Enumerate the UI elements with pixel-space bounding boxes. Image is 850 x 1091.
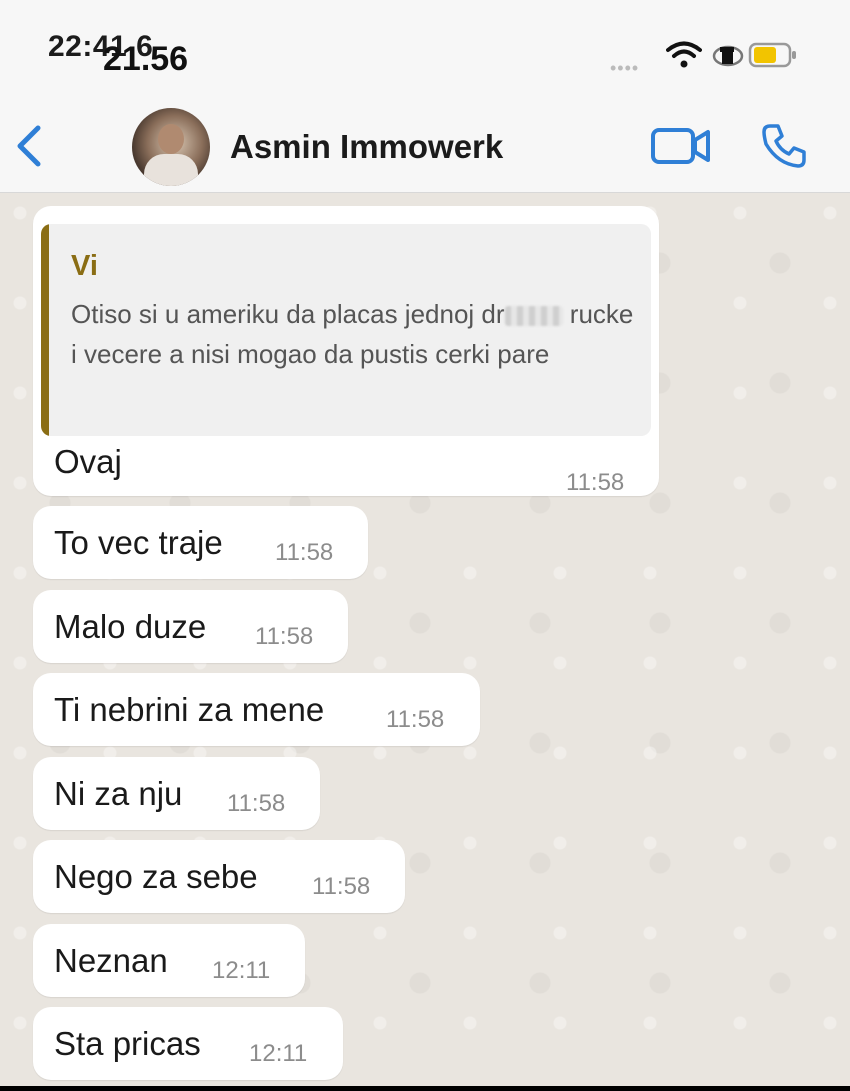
message-bubble[interactable]: To vec traje 11:58 <box>33 506 368 579</box>
contact-name[interactable]: Asmin Immowerk <box>230 128 503 166</box>
message-time: 11:58 <box>227 790 286 817</box>
quote-accent-bar <box>41 224 49 436</box>
message-bubble-reply[interactable]: Vi Otiso si u ameriku da placas jednoj d… <box>33 206 659 496</box>
message-bubble[interactable]: Sta pricas 12:11 <box>33 1007 343 1080</box>
message-text: Ti nebrini za mene <box>54 691 325 728</box>
message-time: 11:58 <box>312 873 371 900</box>
back-chevron-icon[interactable] <box>12 122 46 170</box>
message-text: Sta pricas <box>54 1025 201 1062</box>
battery-icon <box>712 42 796 68</box>
message-time: 11:58 <box>275 539 334 566</box>
signal-icon: •••• <box>610 58 640 78</box>
message-text: Nego za sebe <box>54 858 258 895</box>
quote-author: Vi <box>71 250 98 282</box>
message-text: Ovaj <box>54 443 122 480</box>
video-call-icon[interactable] <box>650 124 712 168</box>
message-text: To vec traje <box>54 524 223 561</box>
message-text: Malo duze <box>54 608 207 645</box>
chat-area[interactable]: Vi Otiso si u ameriku da placas jednoj d… <box>0 193 850 1091</box>
message-time: 12:11 <box>212 957 271 984</box>
message-bubble[interactable]: Neznan 12:11 <box>33 924 305 997</box>
message-text: Neznan <box>54 942 168 979</box>
redacted-word <box>504 306 563 327</box>
quoted-message[interactable]: Vi Otiso si u ameriku da placas jednoj d… <box>41 224 651 436</box>
bottom-edge <box>0 1086 850 1091</box>
quote-text: Otiso si u ameriku da placas jednoj dr r… <box>71 294 636 374</box>
status-bar: 22:41 6 21.56 •••• <box>0 0 850 100</box>
message-bubble[interactable]: Ni za nju 11:58 <box>33 757 320 830</box>
contact-avatar[interactable] <box>132 108 210 186</box>
message-text: Ni za nju <box>54 775 183 812</box>
message-bubble[interactable]: Ti nebrini za mene 11:58 <box>33 673 480 746</box>
message-time: 12:11 <box>249 1040 308 1067</box>
quote-text-start: Otiso si u ameriku da placas jednoj dr <box>71 299 505 329</box>
chat-header: Asmin Immowerk <box>0 100 850 193</box>
status-time: 21.56 <box>103 40 189 78</box>
message-bubble[interactable]: Nego za sebe 11:58 <box>33 840 405 913</box>
message-bubble[interactable]: Malo duze 11:58 <box>33 590 348 663</box>
phone-call-icon[interactable] <box>760 122 808 170</box>
message-time: 11:58 <box>255 623 314 650</box>
wifi-icon <box>666 41 702 68</box>
message-time: 11:58 <box>386 706 445 733</box>
message-time: 11:58 <box>566 469 625 496</box>
